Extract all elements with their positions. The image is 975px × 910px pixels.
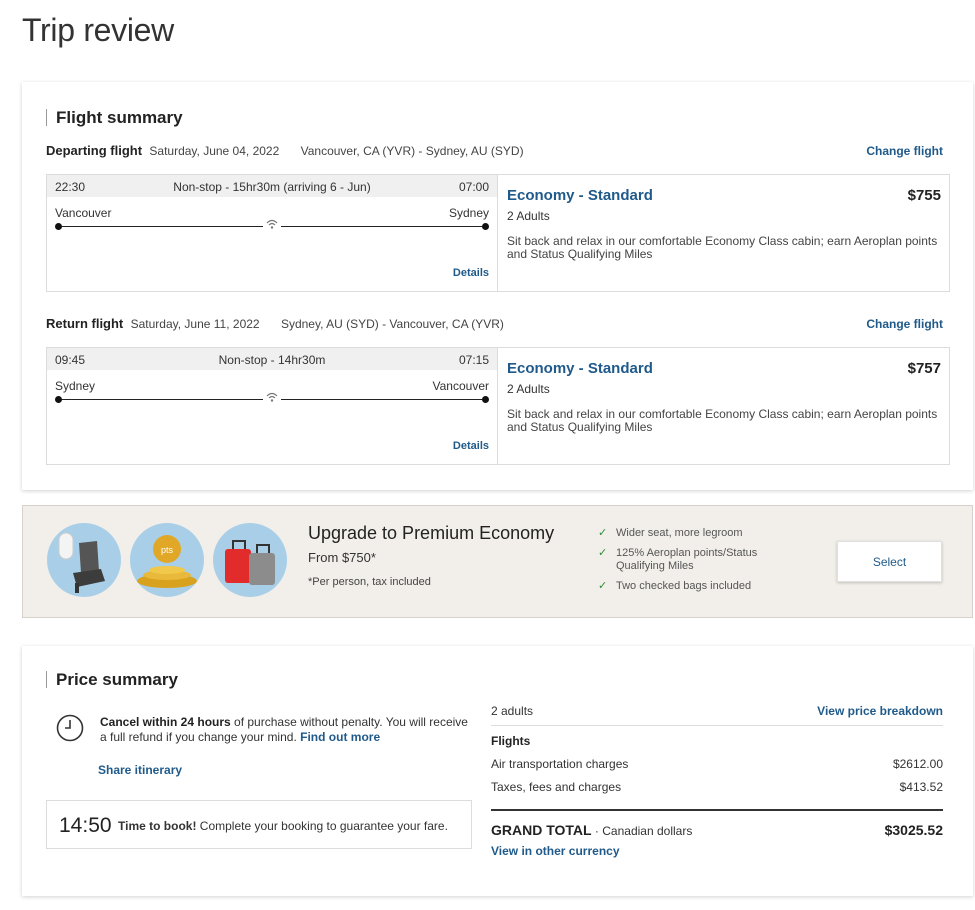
return-passengers: 2 Adults (507, 382, 550, 396)
price-row-label: Taxes, fees and charges (491, 780, 622, 794)
price-row-value: $2612.00 (892, 757, 943, 771)
grand-total-label: GRAND TOTAL (491, 822, 592, 838)
price-row: Taxes, fees and charges $413.52 (491, 780, 943, 803)
check-icon: ✓ (598, 547, 608, 559)
return-time-bar: 09:45 Non-stop - 14hr30m 07:15 (47, 348, 497, 370)
flight-duration: Non-stop - 14hr30m (218, 353, 326, 367)
return-cabin-description: Sit back and relax in our comfortable Ec… (507, 407, 938, 434)
clock-icon (56, 714, 84, 742)
upgrade-price-note: *Per person, tax included (308, 576, 431, 588)
flights-heading: Flights (491, 734, 531, 748)
return-flight-route: Sydney, AU (SYD) - Vancouver, CA (YVR) (280, 317, 504, 331)
upgrade-benefits-list: ✓ Wider seat, more legroom ✓ 125% Aeroplan… (598, 527, 778, 600)
seat-icon (47, 523, 121, 597)
benefit-label: Wider seat, more legroom (616, 527, 743, 539)
upgrade-select-button[interactable]: Select (837, 541, 942, 582)
share-itinerary-link[interactable]: Share itinerary (98, 763, 182, 777)
adults-count: 2 adults (491, 704, 534, 718)
view-other-currency-link[interactable]: View in other currency (491, 844, 943, 858)
change-departing-flight-link[interactable]: Change flight (866, 144, 943, 158)
flight-summary-title: Flight summary (46, 109, 183, 126)
departing-details-link[interactable]: Details (453, 267, 489, 279)
upgrade-title: Upgrade to Premium Economy (308, 523, 555, 543)
price-summary-title: Price summary (46, 671, 178, 688)
upgrade-banner: pts Upgrade to Premium Economy From $750… (22, 505, 973, 618)
departing-flight-box: 22:30 Non-stop - 15hr30m (arriving 6 - J… (46, 174, 950, 292)
return-flight-date: Saturday, June 11, 2022 (130, 317, 260, 331)
price-row: Air transportation charges $2612.00 (491, 757, 943, 780)
change-return-flight-link[interactable]: Change flight (866, 317, 943, 331)
page-title: Trip review (22, 12, 174, 48)
view-price-breakdown-link[interactable]: View price breakdown (817, 704, 943, 718)
cancellation-bold: Cancel within 24 hours (100, 715, 231, 729)
return-flight-box: 09:45 Non-stop - 14hr30m 07:15 Sydney Va… (46, 347, 950, 465)
grand-total-amount: $3025.52 (884, 822, 943, 838)
upgrade-from-price: From $750* (308, 550, 376, 565)
destination-city: Sydney (448, 206, 489, 220)
booking-timer: 14:50 Time to book! Complete your bookin… (46, 800, 472, 849)
return-fare-info: Economy - Standard $757 2 Adults Sit bac… (499, 348, 949, 464)
timer-bold: Time to book! (118, 819, 197, 833)
destination-dot (482, 223, 489, 230)
departing-flight-header: Departing flight Saturday, June 04, 2022… (46, 143, 524, 158)
wifi-icon (263, 219, 281, 232)
price-breakdown: 2 adults View price breakdown Flights Ai… (491, 704, 943, 858)
arrival-time: 07:00 (458, 180, 489, 194)
price-row-value: $413.52 (899, 780, 943, 794)
points-icon-label: pts (161, 545, 174, 555)
cancellation-text: Cancel within 24 hours of purchase witho… (100, 715, 474, 745)
timer-message: Time to book! Complete your booking to g… (118, 819, 448, 833)
origin-city: Vancouver (55, 206, 112, 220)
departing-cabin-class[interactable]: Economy - Standard (507, 187, 941, 204)
grand-total-row: GRAND TOTAL · Canadian dollars $3025.52 … (491, 809, 943, 858)
return-flight-label: Return flight (46, 316, 124, 331)
departing-price: $755 (907, 187, 941, 204)
departing-time-bar: 22:30 Non-stop - 15hr30m (arriving 6 - J… (47, 175, 497, 197)
benefit-label: Two checked bags included (616, 580, 752, 592)
origin-city: Sydney (55, 379, 96, 393)
return-cabin-class[interactable]: Economy - Standard (507, 360, 941, 377)
destination-dot (482, 396, 489, 403)
benefit-item: ✓ 125% Aeroplan points/Status Qualifying … (598, 547, 778, 573)
departing-cabin-description: Sit back and relax in our comfortable Ec… (507, 234, 938, 261)
return-flight-header: Return flight Saturday, June 11, 2022 Sy… (46, 316, 504, 331)
points-icon: pts (130, 523, 204, 597)
timer-body: Complete your booking to guarantee your … (196, 819, 448, 833)
price-row-label: Air transportation charges (491, 757, 629, 771)
flight-duration: Non-stop - 15hr30m (arriving 6 - Jun) (173, 180, 371, 194)
luggage-icon (213, 523, 287, 597)
return-details-link[interactable]: Details (453, 440, 489, 452)
flight-route-line (55, 219, 489, 232)
benefit-label: 125% Aeroplan points/Status Qualifying M… (616, 547, 758, 572)
departing-flight-route: Vancouver, CA (YVR) - Sydney, AU (SYD) (300, 144, 524, 158)
countdown-timer: 14:50 (59, 814, 112, 837)
check-icon: ✓ (598, 580, 608, 592)
currency-label: · Canadian dollars (591, 824, 693, 838)
price-summary-card: Price summary Cancel within 24 hours of … (22, 646, 973, 896)
arrival-time: 07:15 (458, 353, 489, 367)
return-itinerary: 09:45 Non-stop - 14hr30m 07:15 Sydney Va… (47, 348, 498, 464)
benefit-item: ✓ Wider seat, more legroom (598, 527, 778, 540)
return-price: $757 (907, 360, 941, 377)
departing-itinerary: 22:30 Non-stop - 15hr30m (arriving 6 - J… (47, 175, 498, 291)
flight-summary-card: Flight summary Departing flight Saturday… (22, 82, 973, 490)
benefit-item: ✓ Two checked bags included (598, 580, 778, 593)
departing-passengers: 2 Adults (507, 209, 550, 223)
wifi-icon (263, 392, 281, 405)
departing-flight-label: Departing flight (46, 143, 143, 158)
origin-dot (55, 223, 62, 230)
check-icon: ✓ (598, 527, 608, 539)
adults-row: 2 adults View price breakdown (491, 704, 943, 726)
flight-route-line (55, 392, 489, 405)
destination-city: Vancouver (432, 379, 489, 393)
departing-fare-info: Economy - Standard $755 2 Adults Sit bac… (499, 175, 949, 291)
find-out-more-link[interactable]: Find out more (300, 730, 380, 744)
departing-flight-date: Saturday, June 04, 2022 (149, 144, 280, 158)
origin-dot (55, 396, 62, 403)
